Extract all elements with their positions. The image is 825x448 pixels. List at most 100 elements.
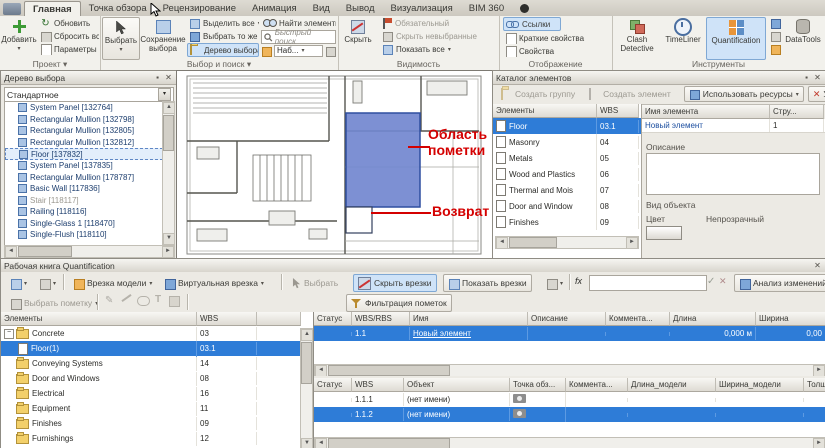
selection-tree-button[interactable]: Дерево выбора (187, 43, 259, 57)
tree-expander-icon[interactable]: − (4, 328, 14, 339)
ribbon-tab-рецензирование[interactable]: Рецензирование (155, 1, 244, 16)
workbook-tree-row[interactable]: Door and Windows 08 (1, 371, 313, 386)
reset-all-button[interactable]: Сбросить все... (38, 30, 99, 42)
group-label-project[interactable]: Проект ▾ (0, 59, 100, 70)
markup-erase-icon[interactable] (169, 296, 180, 307)
workbook-tree-row[interactable]: Equipment 11 (1, 401, 313, 416)
virtual-takeoff-button[interactable]: Виртуальная врезка ▾ (159, 274, 269, 292)
items-table-row[interactable]: 1.1 Новый элемент 0,000 м 0,00 (314, 326, 825, 341)
group-label-select-search[interactable]: Выбор и поиск ▾ (100, 59, 338, 70)
group-label-display[interactable]: Отображение (499, 59, 612, 70)
ribbon-tab-точка-обзора[interactable]: Точка обзора (81, 1, 155, 16)
ribbon-tab-bim-360[interactable]: BIM 360 (461, 1, 512, 16)
workbook-tree-vscrollbar[interactable]: ▲ ▼ (300, 328, 313, 448)
selection-tree-item[interactable]: Rectangular Mullion [132798] (5, 114, 163, 126)
description-textarea[interactable] (646, 153, 820, 195)
delete-button[interactable]: ✕Удалить (807, 86, 825, 102)
animator-tool-button[interactable] (768, 17, 781, 29)
select-takeoff-button[interactable]: Выбрать (287, 274, 343, 292)
workbook-tree-row[interactable]: Finishes 09 (1, 416, 313, 431)
require-button[interactable]: Обязательный (380, 17, 496, 29)
markup-area-highlight[interactable] (345, 112, 421, 208)
close-icon[interactable]: ✕ (812, 73, 823, 83)
column-header[interactable]: Статус (314, 312, 352, 326)
pin-icon[interactable]: ▪ (152, 73, 163, 83)
detail-struct-value[interactable]: 1 (770, 119, 824, 132)
catalog-hscrollbar[interactable]: ◄ ► (495, 236, 639, 249)
close-icon[interactable]: ✕ (163, 73, 174, 83)
items-table-hscrollbar[interactable]: ◄ ► (314, 364, 825, 376)
save-selection-button[interactable]: Сохранение выбора (140, 17, 186, 58)
select-button[interactable]: Выбрать ▾ (102, 17, 140, 60)
selection-tree-item[interactable]: Rectangular Mullion [178787] (5, 172, 163, 184)
appearance-tool-button[interactable] (768, 43, 781, 55)
catalog-row[interactable]: Door and Window 08 (493, 198, 641, 214)
pin-icon[interactable]: ▪ (801, 73, 812, 83)
viewpoint-camera-icon[interactable] (513, 394, 526, 403)
help-menu-icon[interactable] (520, 4, 530, 13)
selection-tree-vscrollbar[interactable]: ▲ ▼ (162, 101, 175, 246)
objects-table-hscrollbar[interactable]: ◄ ► (314, 437, 825, 448)
hide-unselected-button[interactable]: Скрыть невыбранные (380, 30, 496, 42)
show-takeoffs-button[interactable]: Показать врезки (443, 274, 532, 292)
workbook-tree-row[interactable]: − Concrete 03 (1, 326, 313, 341)
ribbon-tab-вывод[interactable]: Вывод (338, 1, 383, 16)
selection-tree-item[interactable]: System Panel [132764] (5, 102, 163, 114)
selection-tree-item[interactable]: Rectangular Mullion [132805] (5, 125, 163, 137)
clash-detective-button[interactable]: Clash Detective (614, 17, 660, 58)
column-header[interactable]: Длина (670, 312, 756, 326)
catalog-row[interactable]: Floor 03.1 (493, 118, 641, 134)
objects-table-row[interactable]: 1.1.1 (нет имени) (314, 392, 825, 407)
scripter-tool-button[interactable] (768, 30, 781, 42)
group-label-visibility[interactable]: Видимость (338, 59, 499, 70)
selection-tree-item[interactable]: Single-Flush [118110] (5, 229, 163, 241)
hide-button[interactable]: Скрыть (340, 17, 376, 58)
selection-tree-item[interactable]: Stair [118117] (5, 195, 163, 207)
apply-formula-icon[interactable]: ✓ (707, 276, 715, 287)
use-resources-button[interactable]: Использовать ресурсы ▾ (683, 86, 804, 102)
ribbon-tab-вид[interactable]: Вид (305, 1, 338, 16)
detail-name-value[interactable]: Новый элемент (642, 119, 770, 132)
catalog-column-header[interactable]: Элементы (493, 104, 597, 118)
column-header[interactable]: Ширина_модели (716, 378, 804, 392)
create-item-button[interactable]: Создать элемент (584, 86, 676, 102)
catalog-row[interactable]: Metals 05 (493, 150, 641, 166)
selection-tree-item[interactable]: Railing [118116] (5, 206, 163, 218)
model-takeoff-button[interactable]: Врезка модели ▾ (68, 274, 157, 292)
workbook-tree-column-header[interactable]: Элементы (1, 312, 197, 326)
create-group-button[interactable]: Создать группу (496, 86, 580, 102)
selection-tree-item[interactable]: Floor [137832] (5, 148, 163, 160)
column-header[interactable]: Объект (404, 378, 510, 392)
quantification-button[interactable]: Quantification (706, 17, 766, 60)
column-header[interactable]: Имя (410, 312, 528, 326)
ribbon-tab-главная[interactable]: Главная (24, 1, 81, 16)
takeoff-mode-dropdown[interactable]: ▾ (5, 274, 32, 292)
links-button[interactable]: Ссылки (503, 17, 561, 31)
column-header[interactable]: WBS/RBS (352, 312, 410, 326)
formula-input[interactable] (589, 275, 707, 291)
ribbon-tab-визуализация[interactable]: Визуализация (383, 1, 461, 16)
group-label-tools[interactable]: Инструменты (612, 59, 825, 70)
catalog-row[interactable]: Masonry 04 (493, 134, 641, 150)
selection-tree-item[interactable]: Single-Glass 1 [118470] (5, 218, 163, 230)
catalog-column-header[interactable]: WBS (597, 104, 639, 118)
filter-markups-button[interactable]: Фильтрация пометок (346, 294, 452, 312)
workbook-tree-row[interactable]: Conveying Systems 14 (1, 356, 313, 371)
takeoff-display-dropdown[interactable]: ▾ (541, 274, 568, 292)
refresh-button[interactable]: ↻ Обновить (38, 17, 99, 29)
markup-line-icon[interactable] (121, 294, 132, 302)
workbook-tree-row[interactable]: Furnishings 12 (1, 431, 313, 446)
column-header[interactable]: Длина_модели (628, 378, 716, 392)
datatools-button[interactable]: DataTools (782, 17, 824, 58)
analyze-changes-button[interactable]: Анализ изменений (734, 274, 825, 292)
color-swatch-button[interactable] (646, 226, 682, 240)
catalog-row[interactable]: Wood and Plastics 06 (493, 166, 641, 182)
close-icon[interactable]: ✕ (812, 261, 823, 271)
model-view-canvas[interactable] (176, 70, 494, 260)
quick-find-input[interactable]: Быстрый поиск (261, 28, 336, 46)
sets-save-icon[interactable] (325, 46, 336, 57)
hide-takeoffs-button[interactable]: Скрыть врезки (353, 274, 437, 292)
markup-return-region[interactable] (345, 206, 373, 234)
workbook-tree-row[interactable]: Floor(1) 03.1 (1, 340, 313, 357)
column-header[interactable]: Ширина (756, 312, 825, 326)
